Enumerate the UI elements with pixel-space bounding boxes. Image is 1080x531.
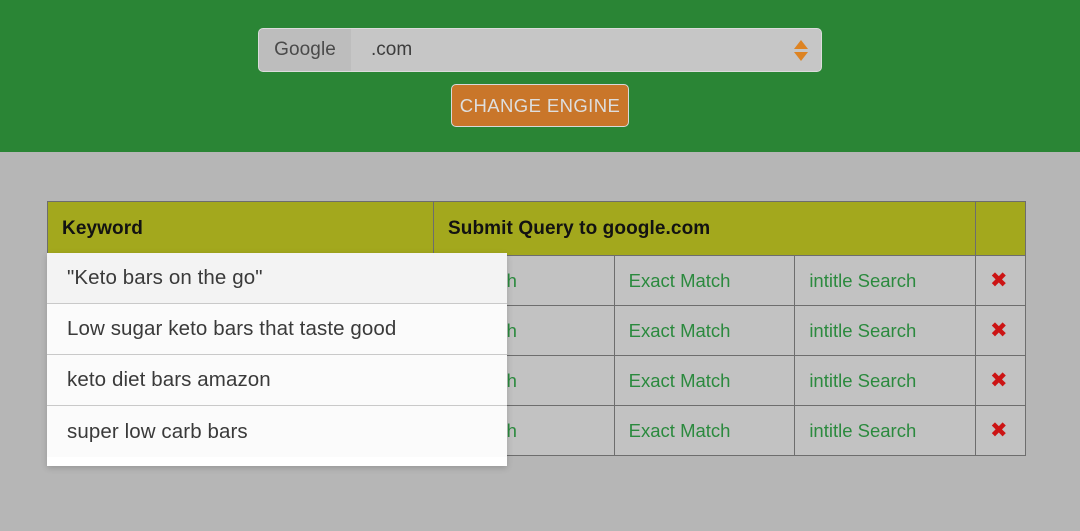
- header-submit-query: Submit Query to google.com: [433, 201, 976, 256]
- cell-op-exact-match[interactable]: Exact Match: [613, 355, 796, 406]
- cell-op-exact-match[interactable]: Exact Match: [613, 405, 796, 456]
- search-engine-select[interactable]: Google .com: [258, 28, 822, 72]
- cell-delete[interactable]: ✖: [975, 405, 1026, 456]
- delete-row-icon[interactable]: ✖: [990, 269, 1008, 291]
- header-keyword: Keyword: [47, 201, 434, 256]
- table-header-row: Keyword Submit Query to google.com: [47, 201, 1026, 256]
- cell-op-intitle-search[interactable]: intitle Search: [794, 305, 976, 356]
- autocomplete-dropdown[interactable]: "Keto bars on the go" Low sugar keto bar…: [47, 253, 507, 466]
- cell-op-intitle-search[interactable]: intitle Search: [794, 355, 976, 406]
- delete-row-icon[interactable]: ✖: [990, 419, 1008, 441]
- delete-row-icon[interactable]: ✖: [990, 369, 1008, 391]
- engine-selector-bar: Google .com CHANGE ENGINE: [0, 0, 1080, 152]
- engine-tld-value[interactable]: .com: [351, 29, 781, 71]
- engine-spinner[interactable]: [781, 29, 821, 71]
- table-head: Keyword Submit Query to google.com: [47, 201, 1026, 256]
- cell-delete[interactable]: ✖: [975, 255, 1026, 306]
- cell-op-intitle-search[interactable]: intitle Search: [794, 255, 976, 306]
- cell-op-intitle-search[interactable]: intitle Search: [794, 405, 976, 456]
- cell-delete[interactable]: ✖: [975, 355, 1026, 406]
- header-delete: [975, 201, 1026, 256]
- suggestion-item[interactable]: Low sugar keto bars that taste good: [47, 304, 507, 355]
- suggestion-item[interactable]: super low carb bars: [47, 406, 507, 457]
- triangle-up-icon[interactable]: [794, 39, 808, 49]
- suggestion-item[interactable]: keto diet bars amazon: [47, 355, 507, 406]
- suggestion-item[interactable]: "Keto bars on the go": [47, 253, 507, 304]
- triangle-down-icon[interactable]: [794, 51, 808, 61]
- app-root: Google .com CHANGE ENGINE Keyword Submit…: [0, 0, 1080, 531]
- change-engine-button[interactable]: CHANGE ENGINE: [451, 84, 629, 127]
- engine-prefix-label: Google: [259, 29, 351, 71]
- cell-op-exact-match[interactable]: Exact Match: [613, 305, 796, 356]
- cell-delete[interactable]: ✖: [975, 305, 1026, 356]
- delete-row-icon[interactable]: ✖: [990, 319, 1008, 341]
- cell-op-exact-match[interactable]: Exact Match: [613, 255, 796, 306]
